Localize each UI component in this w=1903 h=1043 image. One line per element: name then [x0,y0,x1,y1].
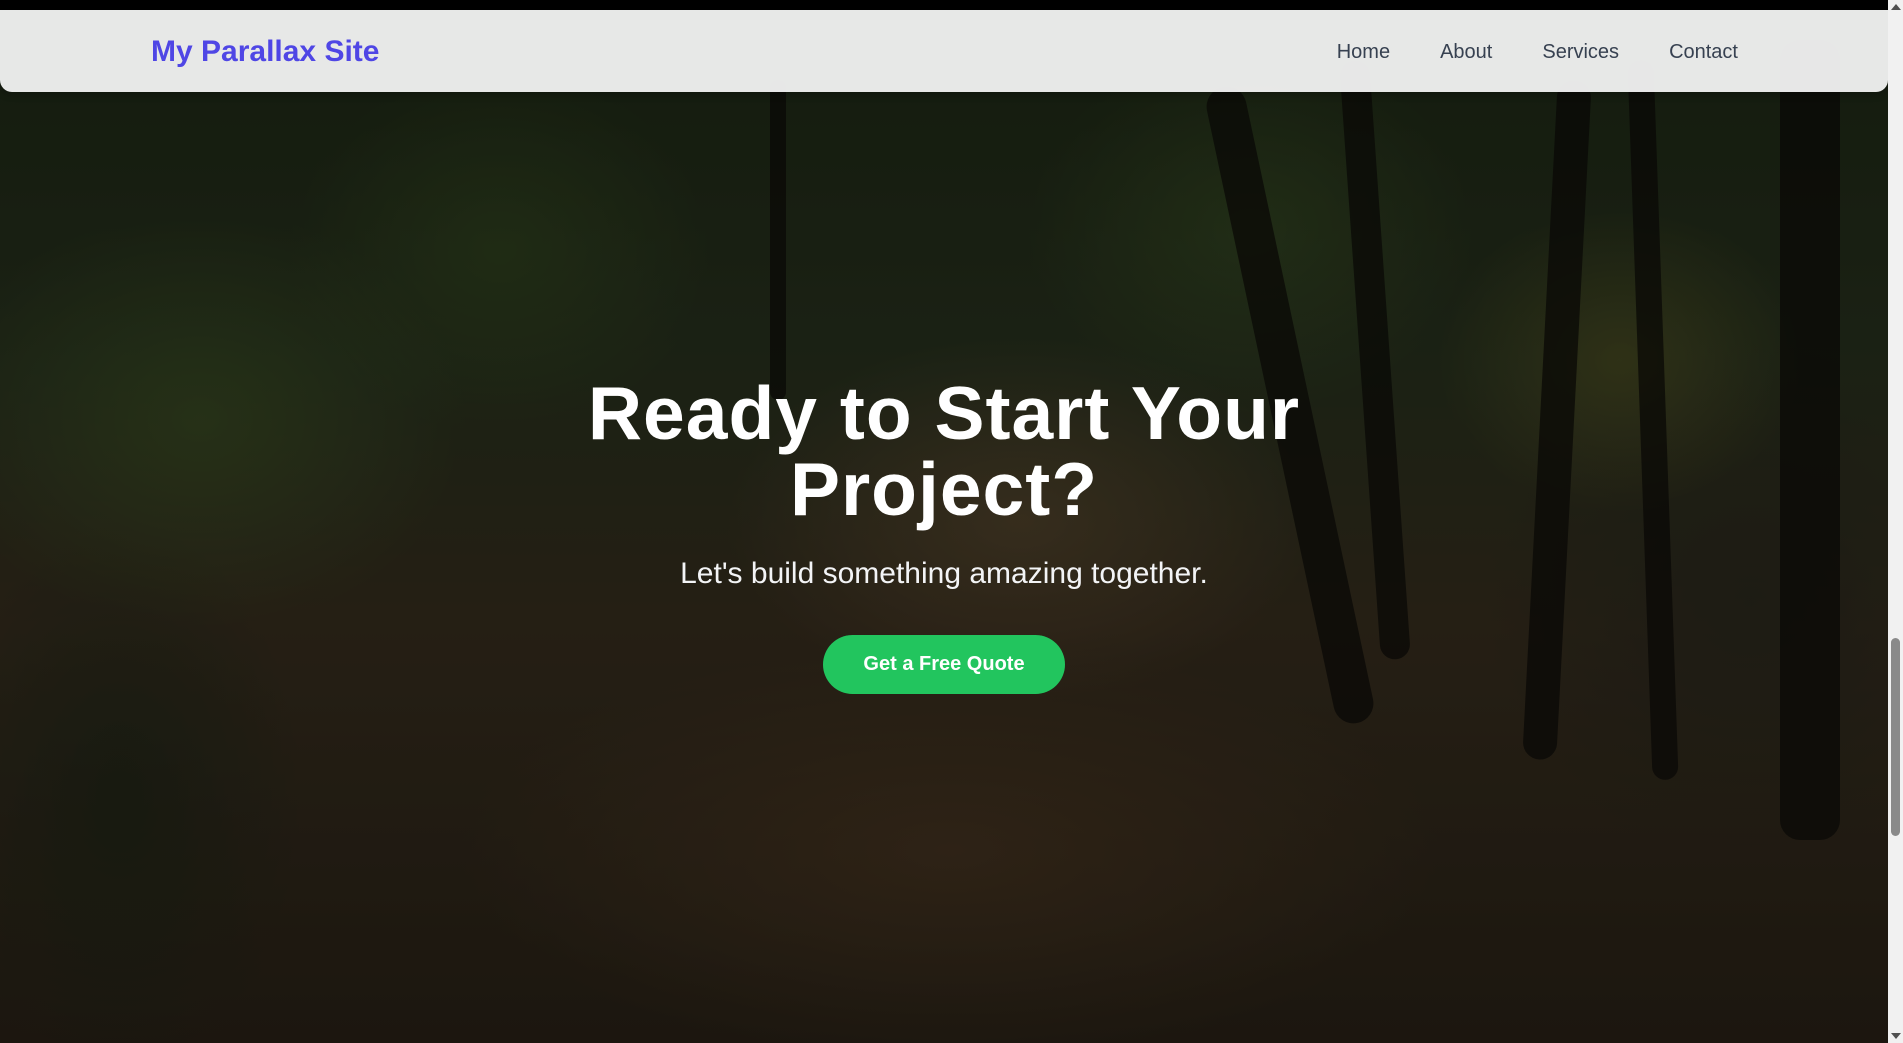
scrollbar-thumb[interactable] [1891,638,1900,836]
hero-title: Ready to Start Your Project? [587,371,1301,531]
top-edge [0,0,1888,10]
navbar: My Parallax Site Home About Services Con… [0,10,1888,92]
nav-link-contact[interactable]: Contact [1669,41,1738,64]
brand-logo-link[interactable]: My Parallax Site [151,24,379,80]
hero-subtitle: Let's build something amazing together. [680,557,1208,590]
nav-link-about[interactable]: About [1440,41,1492,64]
nav-link-services[interactable]: Services [1542,41,1619,64]
nav-links: Home About Services Contact [1337,24,1738,80]
scroll-down-arrow-icon[interactable] [1891,1033,1901,1039]
scroll-up-arrow-icon[interactable] [1891,4,1901,10]
page-viewport: My Parallax Site Home About Services Con… [0,0,1888,1043]
vertical-scrollbar[interactable] [1888,0,1903,1043]
get-free-quote-button[interactable]: Get a Free Quote [823,635,1065,694]
hero-section: Ready to Start Your Project? Let's build… [0,375,1888,694]
nav-link-home[interactable]: Home [1337,41,1390,64]
